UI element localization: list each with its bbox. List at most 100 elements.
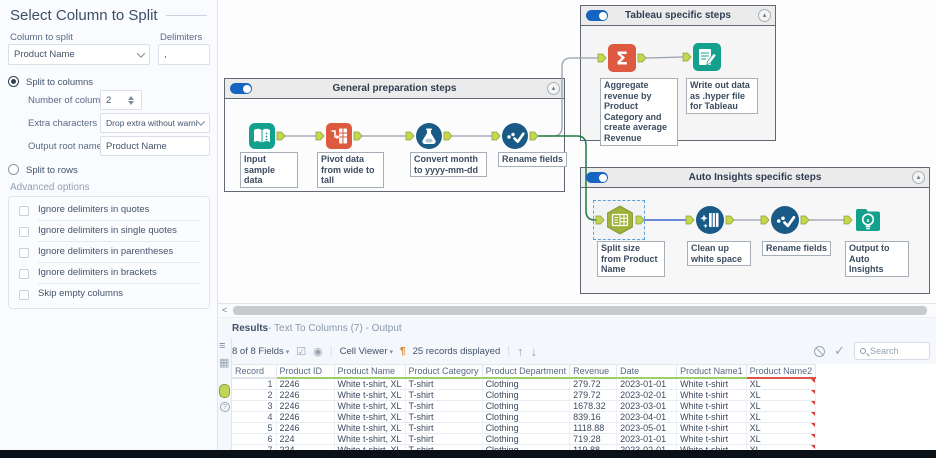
text-to-columns-tool-icon[interactable] <box>605 205 635 235</box>
extra-characters-dropdown[interactable]: Drop extra without warning <box>100 113 210 133</box>
tool-label[interactable]: Output to Auto Insights <box>845 241 909 277</box>
checkbox[interactable] <box>19 227 29 237</box>
advanced-option-row[interactable]: Skip empty columns <box>19 284 201 305</box>
split-to-rows-radio[interactable] <box>8 164 19 175</box>
scrollbar-thumb[interactable] <box>233 306 927 315</box>
column-header[interactable]: Product Name <box>334 365 405 378</box>
focus-icon[interactable]: ◉ <box>313 345 323 358</box>
tool-label[interactable]: Convert month to yyyy-mm-dd <box>410 152 487 177</box>
table-cell[interactable]: 279.72 <box>570 389 617 400</box>
output-data-tool-icon[interactable] <box>692 42 722 72</box>
table-cell[interactable]: T-shirt <box>405 433 482 444</box>
table-cell[interactable]: White t-shirt, XL <box>334 378 405 390</box>
collapse-button[interactable]: ▴ <box>912 171 925 184</box>
search-input[interactable] <box>870 346 920 356</box>
split-to-columns-radio[interactable] <box>8 76 19 87</box>
column-header[interactable]: Product Name2 <box>746 365 816 378</box>
table-cell[interactable]: T-shirt <box>405 400 482 411</box>
table-cell[interactable]: 1118.88 <box>570 422 617 433</box>
help-icon[interactable]: ? <box>220 402 230 412</box>
delimiters-input[interactable] <box>158 44 210 65</box>
output-auto-insights-tool-icon[interactable] <box>853 205 883 235</box>
table-cell[interactable]: White t-shirt <box>677 433 747 444</box>
number-stepper[interactable] <box>128 92 134 108</box>
table-cell[interactable]: 4 <box>232 411 276 422</box>
table-cell[interactable]: Clothing <box>482 400 570 411</box>
checkbox[interactable] <box>19 206 29 216</box>
summarize-tool-icon[interactable]: Σ <box>607 43 637 73</box>
tool-label[interactable]: Split size from Product Name <box>597 241 665 277</box>
checkbox[interactable] <box>19 290 29 300</box>
select-tool-icon[interactable] <box>501 122 529 150</box>
table-cell[interactable]: 719.28 <box>570 433 617 444</box>
table-cell[interactable]: 2023-01-01 <box>617 433 677 444</box>
tool-label[interactable]: Aggregate revenue by Product Category an… <box>600 78 678 146</box>
collapse-button[interactable]: ▴ <box>758 9 771 22</box>
column-header[interactable]: Date <box>617 365 677 378</box>
table-cell[interactable]: White t-shirt <box>677 422 747 433</box>
table-cell[interactable]: Clothing <box>482 433 570 444</box>
column-header[interactable]: Revenue <box>570 365 617 378</box>
table-row[interactable]: 6224White t-shirt, XLT-shirtClothing719.… <box>232 433 816 444</box>
table-cell[interactable]: Clothing <box>482 378 570 390</box>
advanced-option-row[interactable]: Ignore delimiters in brackets <box>19 263 201 284</box>
table-cell[interactable]: 839.16 <box>570 411 617 422</box>
apply-icon[interactable]: ✓ <box>834 343 845 359</box>
table-cell[interactable]: Clothing <box>482 389 570 400</box>
tool-label[interactable]: Write out data as .hyper file for Tablea… <box>686 78 758 114</box>
table-cell[interactable]: White t-shirt, XL <box>334 389 405 400</box>
advanced-option-row[interactable]: Ignore delimiters in single quotes <box>19 221 201 242</box>
results-table-wrap[interactable]: RecordProduct IDProduct NameProduct Cate… <box>232 364 936 451</box>
checkbox[interactable] <box>19 269 29 279</box>
table-cell[interactable]: 2246 <box>276 389 334 400</box>
table-cell[interactable]: White t-shirt <box>677 378 747 390</box>
table-row[interactable]: 32246White t-shirt, XLT-shirtClothing167… <box>232 400 816 411</box>
tool-label[interactable]: Rename fields <box>762 241 831 256</box>
fields-summary-dropdown[interactable]: 8 of 8 Fields▾ <box>232 346 289 357</box>
table-cell[interactable]: 2023-03-01 <box>617 400 677 411</box>
table-cell[interactable]: White t-shirt <box>677 389 747 400</box>
table-row[interactable]: 12246White t-shirt, XLT-shirtClothing279… <box>232 378 816 390</box>
table-cell[interactable]: T-shirt <box>405 411 482 422</box>
table-cell[interactable]: XL <box>746 389 816 400</box>
table-cell[interactable]: XL <box>746 400 816 411</box>
table-cell[interactable]: 2 <box>232 389 276 400</box>
output-anchor-button[interactable] <box>219 384 230 398</box>
select-tool-icon[interactable] <box>770 205 800 235</box>
column-header[interactable]: Product Category <box>405 365 482 378</box>
table-cell[interactable]: XL <box>746 378 816 390</box>
table-cell[interactable]: 3 <box>232 400 276 411</box>
container-enable-toggle[interactable] <box>586 172 608 183</box>
advanced-option-row[interactable]: Ignore delimiters in parentheses <box>19 242 201 263</box>
table-cell[interactable]: 2246 <box>276 422 334 433</box>
scroll-left-icon[interactable]: < <box>222 305 227 315</box>
table-cell[interactable]: 224 <box>276 433 334 444</box>
input-data-tool-icon[interactable] <box>248 122 276 150</box>
table-cell[interactable]: 5 <box>232 422 276 433</box>
table-cell[interactable]: 2023-04-01 <box>617 411 677 422</box>
table-cell[interactable]: White t-shirt, XL <box>334 433 405 444</box>
tool-label[interactable]: Pivot data from wide to tall <box>317 152 384 188</box>
table-cell[interactable]: 6 <box>232 433 276 444</box>
advanced-option-row[interactable]: Ignore delimiters in quotes <box>19 200 201 221</box>
column-header[interactable]: Product Name1 <box>677 365 747 378</box>
table-cell[interactable]: XL <box>746 422 816 433</box>
table-row[interactable]: 42246White t-shirt, XLT-shirtClothing839… <box>232 411 816 422</box>
table-cell[interactable]: White t-shirt, XL <box>334 422 405 433</box>
table-cell[interactable]: White t-shirt <box>677 400 747 411</box>
horizontal-scrollbar[interactable]: < <box>218 304 936 318</box>
transpose-tool-icon[interactable] <box>325 122 353 150</box>
container-enable-toggle[interactable] <box>586 10 608 21</box>
collapse-button[interactable]: ▴ <box>547 82 560 95</box>
clear-filter-icon[interactable] <box>814 346 825 357</box>
tool-label[interactable]: Input sample data <box>240 152 298 188</box>
table-cell[interactable]: 2023-02-01 <box>617 389 677 400</box>
table-cell[interactable]: T-shirt <box>405 389 482 400</box>
table-row[interactable]: 22246White t-shirt, XLT-shirtClothing279… <box>232 389 816 400</box>
table-cell[interactable]: White t-shirt <box>677 411 747 422</box>
scroll-up-icon[interactable]: ↑ <box>517 344 524 359</box>
cell-viewer-dropdown[interactable]: Cell Viewer▾ <box>340 346 393 357</box>
checkbox[interactable] <box>19 248 29 258</box>
table-cell[interactable]: XL <box>746 433 816 444</box>
column-to-split-dropdown[interactable]: Product Name <box>8 44 150 65</box>
